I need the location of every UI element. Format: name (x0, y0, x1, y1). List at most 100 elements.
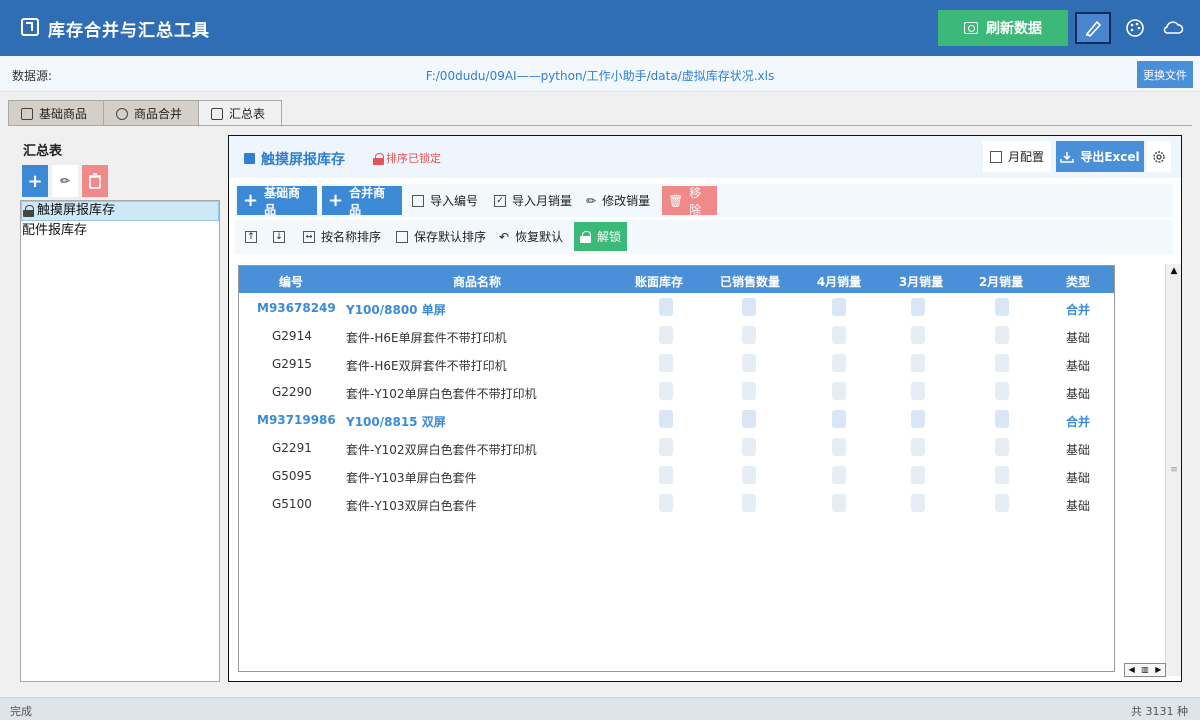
scroll-right-icon[interactable]: ▶ (1152, 664, 1165, 676)
redacted-value (659, 298, 673, 316)
button-label: 导入编号 (430, 194, 479, 208)
sheet-item-accessories[interactable]: 配件报库存 (21, 221, 219, 241)
redacted-value (832, 410, 846, 428)
redacted-value (911, 438, 925, 456)
horizontal-scrollbar[interactable]: ◀ ▥ ▶ (1124, 663, 1166, 677)
delete-sheet-button[interactable] (82, 165, 108, 197)
save-default-sort-button[interactable]: 保存默认排序 (390, 222, 492, 251)
summary-panel: 触摸屏报库存 排序已锁定 月配置 导出Excel + 基础商品 + 合并商品 导… (228, 135, 1182, 682)
cell-type: 基础 (1066, 331, 1091, 345)
restore-default-button[interactable]: ↶ 恢复默认 (493, 222, 569, 251)
settings-button[interactable] (1147, 141, 1171, 172)
redacted-value (995, 494, 1009, 512)
col-apr-sales[interactable]: 4月销量 (805, 273, 873, 290)
add-sheet-button[interactable]: + (22, 165, 48, 197)
title-bar: 库存合并与汇总工具 刷新数据 (0, 0, 1200, 56)
table-row[interactable]: G2290 套件-Y102单屏白色套件不带打印机 基础 (239, 378, 1114, 406)
palette-icon (1126, 19, 1144, 37)
scroll-grip-icon[interactable]: ≡ (1168, 464, 1180, 476)
col-type[interactable]: 类型 (1051, 273, 1105, 290)
add-base-goods-button[interactable]: + 基础商品 (237, 185, 317, 217)
move-up-button[interactable]: ↑ (239, 222, 263, 251)
tab-summary[interactable]: 汇总表 (198, 100, 283, 127)
remove-button[interactable]: 🗑 移除 (662, 186, 717, 217)
table-row[interactable]: G2914 套件-H6E单屏套件不带打印机 基础 (239, 322, 1114, 350)
cell-code: G2915 (272, 357, 312, 371)
change-file-button[interactable]: 更换文件 (1137, 61, 1193, 88)
add-merge-goods-button[interactable]: + 合并商品 (322, 186, 402, 217)
col-book-stock[interactable]: 账面库存 (619, 273, 699, 290)
theme-edit-button[interactable] (1075, 12, 1111, 44)
item-count: 共 3131 种 (1131, 705, 1188, 718)
vertical-scrollbar[interactable]: ▲ ≡ (1165, 264, 1181, 676)
sort-by-name-button[interactable]: ↔ 按名称排序 (297, 222, 387, 251)
month-config-button[interactable]: 月配置 (983, 141, 1051, 172)
import-monthly-sales-button[interactable]: ✓ 导入月销量 (488, 186, 578, 215)
refresh-data-button[interactable]: 刷新数据 (938, 10, 1068, 46)
table-row[interactable]: G2915 套件-H6E双屏套件不带打印机 基础 (239, 350, 1114, 378)
col-feb-sales[interactable]: 2月销量 (967, 273, 1035, 290)
tab-merge-goods[interactable]: 商品合并 (103, 100, 200, 126)
scroll-left-icon[interactable]: ◀ (1125, 664, 1138, 676)
redacted-value (659, 382, 673, 400)
tab-label: 基础商品 (39, 107, 88, 121)
redacted-value (995, 382, 1009, 400)
redacted-value (742, 410, 756, 428)
cell-type: 基础 (1066, 471, 1091, 485)
palette-button[interactable] (1117, 12, 1153, 44)
rename-sheet-button[interactable]: ✏ (52, 165, 78, 197)
cell-name: Y100/8800 单屏 (346, 303, 446, 317)
move-down-button[interactable]: ↓ (267, 222, 291, 251)
redacted-value (659, 410, 673, 428)
table-row[interactable]: M93719986 Y100/8815 双屏 合并 (239, 406, 1114, 434)
redacted-value (742, 354, 756, 372)
left-panel-title: 汇总表 (23, 144, 63, 159)
unlock-button[interactable]: 解锁 (574, 222, 627, 251)
sort-icon: ↔ (303, 230, 315, 243)
table-row[interactable]: G5095 套件-Y103单屏白色套件 基础 (239, 462, 1114, 490)
button-label: 导入月销量 (512, 194, 573, 208)
export-excel-button[interactable]: 导出Excel (1056, 141, 1144, 172)
redacted-value (911, 466, 925, 484)
table-row[interactable]: M93678249 Y100/8800 单屏 合并 (239, 294, 1114, 322)
arrow-up-icon: ↑ (245, 230, 257, 243)
redacted-value (659, 354, 673, 372)
cell-name: 套件-Y102单屏白色套件不带打印机 (346, 387, 537, 401)
redacted-value (995, 298, 1009, 316)
button-label: 基础商品 (264, 185, 301, 217)
data-source-bar: 数据源: F:/00dudu/09AI——python/工作小助手/data/虚… (0, 56, 1200, 92)
redacted-value (832, 298, 846, 316)
refresh-icon (964, 22, 978, 34)
cloud-button[interactable] (1155, 12, 1191, 44)
redacted-value (742, 382, 756, 400)
cell-code: G2291 (272, 441, 312, 455)
redacted-value (911, 326, 925, 344)
button-label: 按名称排序 (321, 230, 382, 244)
import-code-button[interactable]: 导入编号 (406, 186, 484, 215)
clipboard-icon (21, 107, 33, 120)
undo-icon: ↶ (499, 229, 510, 244)
checkbox-icon: ✓ (494, 194, 506, 207)
col-mar-sales[interactable]: 3月销量 (887, 273, 955, 290)
sheet-item-touchscreen[interactable]: 触摸屏报库存 (21, 201, 219, 221)
col-name[interactable]: 商品名称 (389, 273, 565, 290)
table-row[interactable]: G5100 套件-Y103双屏白色套件 基础 (239, 490, 1114, 518)
cell-code: M93719986 (257, 413, 336, 427)
col-code[interactable]: 编号 (259, 273, 323, 290)
table-row[interactable]: G2291 套件-Y102双屏白色套件不带打印机 基础 (239, 434, 1114, 462)
tab-bar: 基础商品 商品合并 汇总表 (8, 100, 283, 127)
app-logo-icon (21, 18, 39, 36)
tab-base-goods[interactable]: 基础商品 (8, 100, 105, 126)
scroll-up-icon[interactable]: ▲ (1168, 265, 1180, 277)
edit-sales-button[interactable]: ✏ 修改销量 (580, 186, 656, 215)
scroll-thumb[interactable]: ▥ (1138, 664, 1151, 676)
button-label: 修改销量 (602, 194, 651, 208)
redacted-value (659, 438, 673, 456)
month-config-label: 月配置 (1007, 150, 1044, 164)
col-sold-qty[interactable]: 已销售数量 (705, 273, 795, 290)
document-icon (412, 194, 424, 207)
save-icon (244, 153, 255, 164)
redacted-value (742, 466, 756, 484)
button-label: 恢复默认 (515, 230, 564, 244)
redacted-value (995, 354, 1009, 372)
